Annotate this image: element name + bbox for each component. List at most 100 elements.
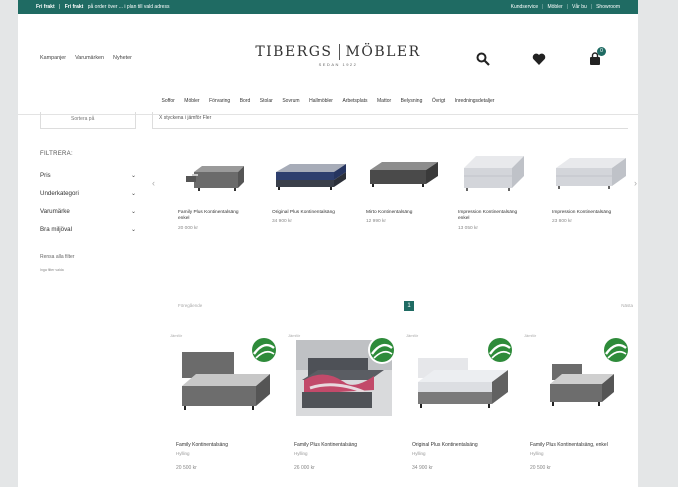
pagination: Föregående 1 Nästa [178,300,633,316]
compare-checkbox[interactable]: Jämför [170,333,182,338]
carousel-next-arrow[interactable]: › [634,178,637,188]
category-mobler[interactable]: Möbler [184,98,199,104]
carousel-item-title: Impression Kontinentalsäng enkel [458,210,518,222]
carousel-item[interactable]: Family Plus Kontinentalsäng enkel 20 000… [178,150,258,231]
compare-checkbox[interactable]: Jämför [288,333,300,338]
bed-image [418,336,514,408]
logo-text-left: TIBERGS [255,44,333,60]
category-ovrigt[interactable]: Övrigt [432,98,445,104]
category-nav: Soffor Möbler Förvaring Bord Stolar Sovr… [18,98,638,104]
product-image: Jämför [288,330,396,426]
product-image: Jämför [406,330,514,426]
carousel-item-title: Mirto Kontinentalsäng [366,210,413,215]
logo-since: SEDAN 1922 [318,62,358,67]
top-link-kundservice[interactable]: Kundservice [511,4,539,10]
carousel-prev-arrow[interactable]: ‹ [152,178,155,188]
search-icon[interactable] [476,52,490,66]
promo-bold-2: Fri frakt [64,4,84,10]
chevron-down-icon: ⌄ [130,172,136,179]
product-image [464,156,524,191]
category-sovrum[interactable]: Sovrum [282,98,299,104]
filter-title: FILTRERA: [40,151,73,157]
category-stolar[interactable]: Stolar [260,98,273,104]
promo-detail: på order över ... i plan till vald adres… [87,4,170,10]
carousel-item-price: 20 000 kr [178,225,199,231]
carousel-item[interactable]: Mirto Kontinentalsäng 12 990 kr [366,150,446,224]
nav-link-kampanjer[interactable]: Kampanjer [40,55,66,61]
filter-pris[interactable]: Pris ⌄ [40,166,140,184]
left-nav: Kampanjer Varumärken Nyheter [40,55,132,61]
carousel-item-price: 23 800 kr [552,219,573,225]
top-link-var-bu[interactable]: Vår bu [572,4,587,10]
cart-count-badge: 0 [597,47,606,56]
product-image: Jämför [170,330,278,426]
product-price: 26 000 kr [294,465,315,471]
category-soffor[interactable]: Soffor [162,98,175,104]
carousel-item-price: 13 050 kr [458,225,479,231]
filter-underkategori[interactable]: Underkategori ⌄ [40,184,140,202]
pagination-prev[interactable]: Föregående [178,303,202,308]
product-card[interactable]: Jämför Original Plus Kontinentalsäng Hyl… [406,330,520,471]
product-title: Family Plus Kontinentalsäng [294,442,358,448]
category-forvaring[interactable]: Förvaring [209,98,230,104]
site-header: Kampanjer Varumärken Nyheter TIBERGS MÖB… [18,14,638,94]
chevron-down-icon: ⌄ [130,190,136,197]
carousel-item-price: 34 900 kr [272,219,293,225]
site-logo[interactable]: TIBERGS MÖBLER SEDAN 1922 [248,44,428,67]
chevron-down-icon: ⌄ [130,226,136,233]
pagination-next[interactable]: Nästa [621,303,633,308]
top-link-showroom[interactable]: Showroom [596,4,620,10]
product-brand: Hylling [412,451,426,456]
product-card[interactable]: Jämför Family Plus Kontinentalsäng, enke… [524,330,638,471]
product-image: Jämför [524,330,630,426]
carousel-item-title: Impression Kontinentalsäng [552,210,612,215]
product-brand: Hylling [294,451,308,456]
nav-link-nyheter[interactable]: Nyheter [113,55,132,61]
product-card[interactable]: Jämför Family Kontinentalsäng Hylling 20… [170,330,284,471]
product-card[interactable]: Jämför Family Plus Kontinentalsäng Hylli… [288,330,402,471]
category-hallmobler[interactable]: Hallmöbler [309,98,333,104]
top-announcement-bar: Fri frakt | Fri frakt på order över ... … [18,0,638,14]
results-summary: X styckena i jämför Fler [152,112,628,129]
heart-icon[interactable] [532,52,546,66]
bed-image [296,336,396,416]
nav-link-varumarken[interactable]: Varumärken [75,55,104,61]
product-image [370,162,438,187]
reset-filters-link[interactable]: Rensa alla filter [40,254,74,260]
category-arbetsplats[interactable]: Arbetsplats [342,98,367,104]
product-image [186,166,244,191]
product-carousel: ‹ › Family Plus Kontinentalsäng enkel 20… [152,150,638,280]
carousel-item[interactable]: Impression Kontinentalsäng enkel 13 050 … [458,150,538,231]
carousel-item[interactable]: Original Plus Kontinentalsäng 34 900 kr [272,150,352,224]
filter-list: Pris ⌄ Underkategori ⌄ Varumärke ⌄ Bra milj… [40,166,140,238]
selected-filters: Inga filter valda [40,268,64,272]
filter-label: Underkategori [40,189,79,197]
page: Kampanjer Varumärken Nyheter TIBERGS MÖB… [18,0,638,487]
product-price: 20 500 kr [530,465,551,471]
logo-divider [338,44,340,60]
pagination-current-page[interactable]: 1 [404,301,414,311]
category-inredningsdetaljer[interactable]: Inredningsdetaljer [455,98,495,104]
filter-label: Bra miljöval [40,225,72,233]
category-mattor[interactable]: Mattor [377,98,391,104]
sort-select[interactable]: Sortera på [40,112,136,129]
compare-checkbox[interactable]: Jämför [406,333,418,338]
cart-button[interactable]: 0 [588,47,606,66]
top-links: Kundservice | Möbler | Vår bu | Showroom [510,4,620,10]
compare-checkbox[interactable]: Jämför [524,333,536,338]
category-bord[interactable]: Bord [240,98,251,104]
logo-text-right: MÖBLER [345,44,421,60]
top-link-mobler[interactable]: Möbler [547,4,562,10]
filter-bra-miljoval[interactable]: Bra miljöval ⌄ [40,220,140,238]
filter-varumarke[interactable]: Varumärke ⌄ [40,202,140,220]
product-brand: Hylling [530,451,544,456]
category-belysning[interactable]: Belysning [401,98,423,104]
filter-label: Varumärke [40,207,70,215]
bed-image [182,336,278,410]
product-price: 20 500 kr [176,465,197,471]
carousel-item[interactable]: Impression Kontinentalsäng 23 800 kr [552,150,632,224]
header-icons: 0 [476,47,606,66]
promo-text: Fri frakt | Fri frakt på order över ... … [36,4,170,10]
product-title: Family Kontinentalsäng [176,442,228,448]
product-image [276,164,346,190]
